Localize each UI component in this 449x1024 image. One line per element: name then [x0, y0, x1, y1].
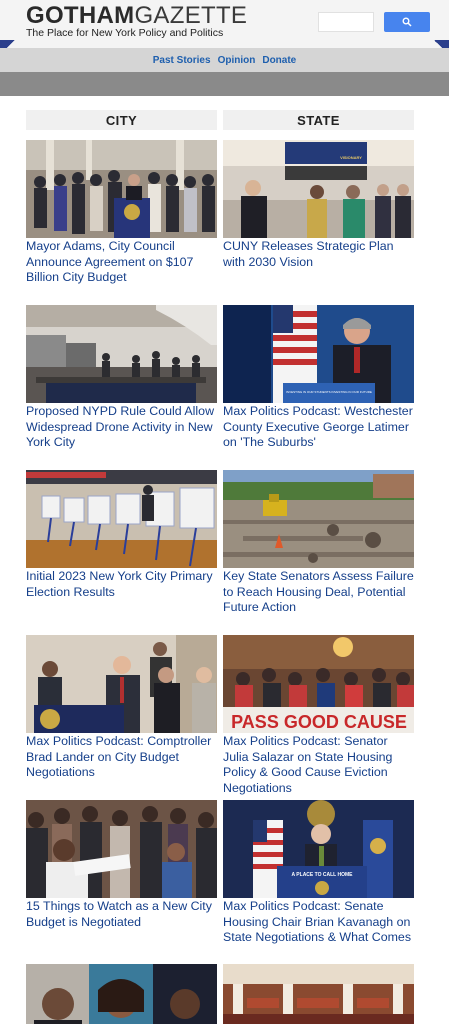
city-story-4-headline[interactable]: Max Politics Podcast: Comptroller Brad L…: [26, 734, 217, 781]
state-story-2[interactable]: INVESTING IN OUR STUDENTS INVESTING IN O…: [223, 305, 414, 451]
city-story-5[interactable]: 15 Things to Watch as a New City Budget …: [26, 800, 217, 930]
search-icon: [402, 17, 412, 27]
city-story-2-headline[interactable]: Proposed NYPD Rule Could Allow Widesprea…: [26, 404, 217, 451]
kavanagh-podium-text: A PLACE TO CALL HOME: [291, 872, 353, 878]
polling-booths-photo: [26, 470, 217, 568]
housing-rally-photo: PASS GOOD CAUSE: [223, 635, 414, 733]
search-button[interactable]: [384, 12, 430, 32]
three-portraits-photo: [26, 964, 217, 1024]
state-story-4-headline[interactable]: Max Politics Podcast: Senator Julia Sala…: [223, 734, 414, 796]
state-label: STATE: [297, 112, 340, 128]
city-story-6-photo[interactable]: [26, 964, 217, 1024]
city-story-3-headline[interactable]: Initial 2023 New York City Primary Elect…: [26, 569, 217, 600]
header-corner-right: [427, 40, 449, 48]
header-corner-left: [0, 40, 22, 48]
city-story-4-photo[interactable]: [26, 635, 217, 733]
city-story-6[interactable]: [26, 964, 217, 1024]
logo-bold: GOTHAM: [26, 2, 135, 29]
state-story-5-photo[interactable]: A PLACE TO CALL HOME: [223, 800, 414, 898]
logo-wordmark: GOTHAMGAZETTE: [26, 4, 247, 28]
drone-hearing-photo: [26, 305, 217, 403]
city-story-2[interactable]: Proposed NYPD Rule Could Allow Widesprea…: [26, 305, 217, 451]
main-nav: Past Stories Opinion Donate: [0, 48, 449, 72]
city-story-5-headline[interactable]: 15 Things to Watch as a New City Budget …: [26, 899, 217, 930]
city-story-1[interactable]: Mayor Adams, City Council Announce Agree…: [26, 140, 217, 286]
logo-tagline: The Place for New York Policy and Politi…: [26, 27, 224, 39]
nav-opinion[interactable]: Opinion: [218, 55, 256, 66]
kavanagh-podium-photo: A PLACE TO CALL HOME: [223, 800, 414, 898]
state-story-6[interactable]: [223, 964, 414, 1024]
state-story-1-photo[interactable]: VISIONARY: [223, 140, 414, 238]
site-header: GOTHAMGAZETTE The Place for New York Pol…: [0, 0, 449, 48]
nav-past-stories[interactable]: Past Stories: [153, 55, 211, 66]
logo-light: GAZETTE: [134, 2, 248, 29]
state-story-3-headline[interactable]: Key State Senators Assess Failure to Rea…: [223, 569, 414, 616]
site-logo[interactable]: GOTHAMGAZETTE The Place for New York Pol…: [26, 4, 247, 40]
state-column-header[interactable]: STATE: [223, 110, 414, 130]
city-story-4[interactable]: Max Politics Podcast: Comptroller Brad L…: [26, 635, 217, 781]
city-story-1-photo[interactable]: [26, 140, 217, 238]
latimer-podium-photo: INVESTING IN OUR STUDENTS INVESTING IN O…: [223, 305, 414, 403]
state-chamber-photo: [223, 964, 414, 1024]
state-story-2-photo[interactable]: INVESTING IN OUR STUDENTS INVESTING IN O…: [223, 305, 414, 403]
sub-bar: [0, 72, 449, 96]
cuny-plan-photo: VISIONARY: [223, 140, 414, 238]
state-story-6-photo[interactable]: [223, 964, 414, 1024]
state-story-2-headline[interactable]: Max Politics Podcast: Westchester County…: [223, 404, 414, 451]
city-label: CITY: [105, 112, 138, 128]
comptroller-podium-photo: [26, 635, 217, 733]
construction-site-photo: [223, 470, 414, 568]
state-story-1-headline[interactable]: CUNY Releases Strategic Plan with 2030 V…: [223, 239, 414, 270]
state-story-5-headline[interactable]: Max Politics Podcast: Senate Housing Cha…: [223, 899, 414, 946]
state-story-3-photo[interactable]: [223, 470, 414, 568]
cuny-banner-text: VISIONARY: [340, 155, 362, 160]
latimer-podium-text: INVESTING IN OUR STUDENTS INVESTING IN O…: [286, 390, 372, 394]
state-story-3[interactable]: Key State Senators Assess Failure to Rea…: [223, 470, 414, 616]
city-story-1-headline[interactable]: Mayor Adams, City Council Announce Agree…: [26, 239, 217, 286]
state-story-4[interactable]: PASS GOOD CAUSE Max Politics Podcast: Se…: [223, 635, 414, 796]
nav-donate[interactable]: Donate: [262, 55, 296, 66]
budget-announcement-photo: [26, 140, 217, 238]
search-input[interactable]: [318, 12, 374, 32]
city-story-5-photo[interactable]: [26, 800, 217, 898]
city-story-3[interactable]: Initial 2023 New York City Primary Elect…: [26, 470, 217, 600]
city-story-2-photo[interactable]: [26, 305, 217, 403]
city-story-3-photo[interactable]: [26, 470, 217, 568]
salazar-sign-text: PASS GOOD CAUSE: [231, 712, 407, 732]
city-column-header[interactable]: CITY: [26, 110, 217, 130]
council-crowd-photo: [26, 800, 217, 898]
state-story-1[interactable]: VISIONARY CUNY Releases Strategic Plan w…: [223, 140, 414, 270]
state-story-5[interactable]: A PLACE TO CALL HOME Max Politics Podcas…: [223, 800, 414, 946]
state-story-4-photo[interactable]: PASS GOOD CAUSE: [223, 635, 414, 733]
